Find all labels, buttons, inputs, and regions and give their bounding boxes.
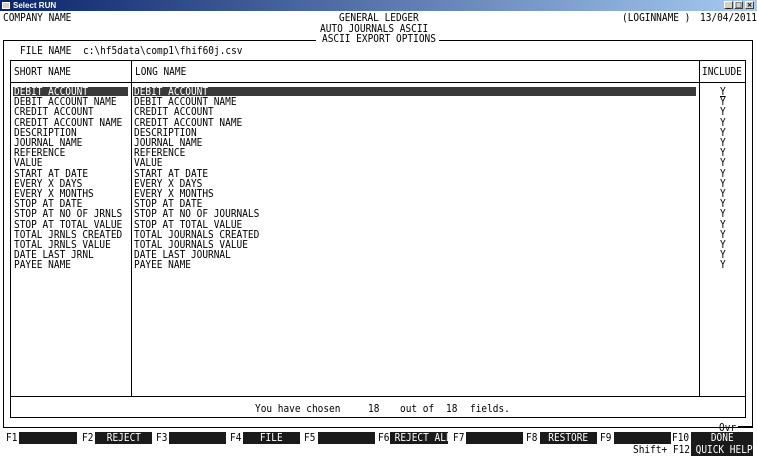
fkey-label-f2: F2: [82, 431, 94, 444]
fkey-label-f6: F6: [378, 431, 390, 444]
file-name-field[interactable]: c:\hf5data\comp1\fhif60j.csv: [83, 45, 242, 56]
fkey-button-f3[interactable]: [169, 432, 226, 444]
fkey-button-f2[interactable]: REJECT: [95, 432, 152, 444]
close-icon[interactable]: ×: [745, 1, 754, 9]
company-name: COMPANY NAME: [3, 11, 72, 24]
fkey-button-f8[interactable]: RESTORE: [540, 432, 597, 444]
fkey-button-f1[interactable]: [19, 432, 77, 444]
mode-underline: [738, 426, 752, 427]
column-header-short-name: SHORT NAME: [14, 65, 71, 78]
field-include-flag[interactable]: Y: [720, 259, 726, 270]
current-date: 13/04/2011: [700, 11, 757, 24]
fkey-label-f10: F10: [672, 431, 690, 444]
status-divider: [10, 396, 746, 397]
column-divider-2: [699, 60, 700, 397]
status-suffix: fields.: [470, 402, 510, 415]
total-count: 18: [446, 402, 458, 415]
field-short-name[interactable]: PAYEE NAME: [14, 259, 71, 270]
shift-f12-key: Shift+ F12: [633, 443, 690, 456]
fkey-button-f5[interactable]: [318, 432, 375, 444]
quick-help-button[interactable]: QUICK HELP: [691, 444, 753, 456]
fkey-button-f4[interactable]: FILE: [243, 432, 300, 444]
fkey-label-f8: F8: [526, 431, 538, 444]
chosen-count: 18: [368, 402, 380, 415]
fkey-label-f1: F1: [6, 431, 18, 444]
column-header-long-name: LONG NAME: [135, 65, 187, 78]
minimize-icon[interactable]: _: [724, 1, 733, 9]
fkey-button-f7[interactable]: [466, 432, 523, 444]
window-title: Select RUN: [13, 1, 57, 10]
column-divider-1: [131, 60, 132, 397]
status-prefix: You have chosen: [255, 402, 341, 415]
column-header-include: INCLUDE: [702, 65, 742, 78]
fkey-label-f5: F5: [304, 431, 316, 444]
fkey-label-f3: F3: [156, 431, 168, 444]
window-titlebar: Select RUN _ □ ×: [0, 0, 757, 11]
login-name: (LOGINNAME ): [622, 11, 691, 24]
fkey-label-f7: F7: [453, 431, 465, 444]
file-name-label: FILE NAME: [20, 44, 72, 57]
fkey-button-f6[interactable]: REJECT ALL: [390, 432, 448, 444]
status-middle: out of: [400, 402, 435, 415]
field-long-name[interactable]: PAYEE NAME: [134, 259, 191, 270]
screen-title: ASCII EXPORT OPTIONS: [322, 32, 436, 45]
table-header-divider: [10, 82, 746, 83]
fkey-button-f10[interactable]: DONE: [691, 432, 753, 444]
fkey-label-f9: F9: [600, 431, 612, 444]
app-icon: [2, 2, 10, 9]
fkey-label-f4: F4: [230, 431, 242, 444]
maximize-icon[interactable]: □: [734, 1, 743, 9]
